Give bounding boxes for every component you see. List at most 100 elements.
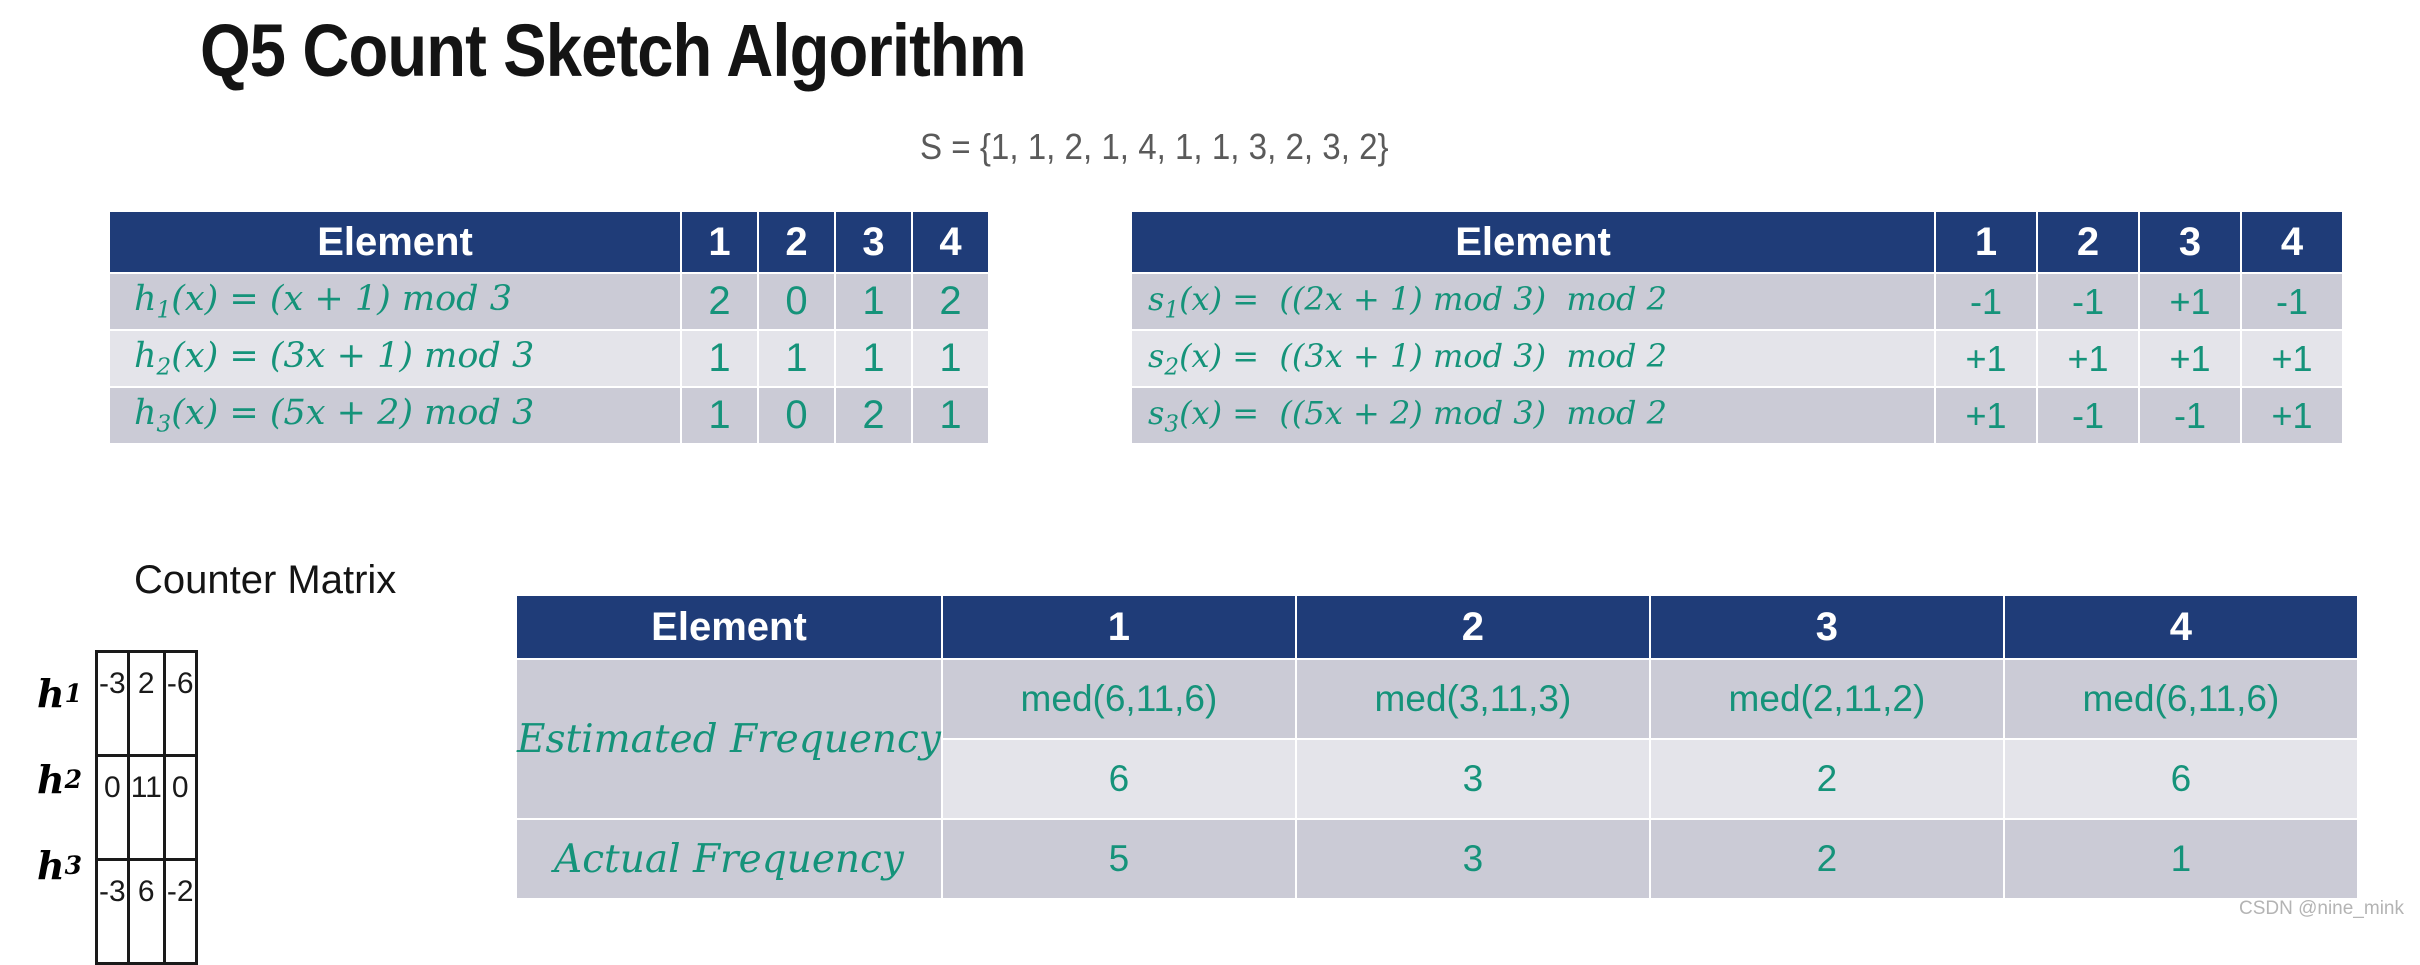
table-header-row: Element 1 2 3 4 xyxy=(1132,212,2342,272)
sign-s1-val-1: -1 xyxy=(1936,274,2036,329)
table-row: s1(x) = ((2x + 1) mod 3) mod 2 -1 -1 +1 … xyxy=(1132,274,2342,329)
h1-expr: (x + 1) xyxy=(269,279,391,320)
sign-s3-val-2: -1 xyxy=(2038,388,2138,443)
hash-header-col-2: 2 xyxy=(759,212,834,272)
freq-est-expr-1: med(6,11,6) xyxy=(942,660,1295,738)
sign-s1-val-3: +1 xyxy=(2140,274,2240,329)
hash-header-col-3: 3 xyxy=(836,212,911,272)
sign-header-col-4: 4 xyxy=(2242,212,2342,272)
sign-s3-val-3: -1 xyxy=(2140,388,2240,443)
table-row: h2(x) = (3x + 1) mod 3 1 1 1 1 xyxy=(110,331,988,386)
table-row: 0 11 0 xyxy=(95,754,198,861)
hash-formula-h3: h3(x) = (5x + 2) mod 3 xyxy=(110,388,680,443)
counter-cell-r1c3: -6 xyxy=(162,650,198,757)
s1-fn: s xyxy=(1148,279,1165,318)
sign-header-element: Element xyxy=(1132,212,1934,272)
hash-h2-val-4: 1 xyxy=(913,331,988,386)
sign-header-col-2: 2 xyxy=(2038,212,2138,272)
s3-mod2: mod 2 xyxy=(1566,393,1668,432)
counter-row-label-h3: h3 xyxy=(20,822,92,908)
hash-h1-val-1: 2 xyxy=(682,274,757,329)
cm-h3-sub: 3 xyxy=(64,850,82,880)
counter-matrix-grid: -3 2 -6 0 11 0 -3 6 -2 xyxy=(95,650,198,965)
freq-header-col-1: 1 xyxy=(942,596,1295,658)
hash-h1-val-2: 0 xyxy=(759,274,834,329)
cm-h2-sub: 2 xyxy=(64,764,82,794)
cm-h1-fn: h xyxy=(36,670,65,716)
s1-arg: (x) xyxy=(1179,279,1223,318)
freq-act-val-3: 2 xyxy=(1650,820,2003,898)
h2-expr: (3x + 1) xyxy=(269,336,414,377)
sign-header-col-1: 1 xyxy=(1936,212,2036,272)
sign-header-col-3: 3 xyxy=(2140,212,2240,272)
hash-header-element: Element xyxy=(110,212,680,272)
h3-eq: = xyxy=(229,393,259,434)
s3-expr: ((5x + 2) xyxy=(1279,393,1423,432)
cm-h1-sub: 1 xyxy=(64,678,82,708)
s2-sub: 2 xyxy=(1164,354,1180,381)
hash-h3-val-1: 1 xyxy=(682,388,757,443)
sign-s3-val-4: +1 xyxy=(2242,388,2342,443)
sign-s1-val-4: -1 xyxy=(2242,274,2342,329)
freq-est-expr-4: med(6,11,6) xyxy=(2004,660,2357,738)
sign-formula-s1: s1(x) = ((2x + 1) mod 3) mod 2 xyxy=(1132,274,1934,329)
hash-function-table: Element 1 2 3 4 h1(x) = (x + 1) mod 3 2 … xyxy=(108,210,990,445)
table-row: Actual Frequency 5 3 2 1 xyxy=(517,820,2357,898)
freq-header-col-4: 4 xyxy=(2004,596,2357,658)
freq-est-expr-2: med(3,11,3) xyxy=(1296,660,1649,738)
counter-cell-r2c3: 0 xyxy=(162,754,198,861)
h3-expr: (5x + 2) xyxy=(269,393,414,434)
h3-sub: 3 xyxy=(156,411,172,438)
h1-mod: mod 3 xyxy=(401,279,512,320)
table-row: -3 6 -2 xyxy=(95,858,198,965)
h1-fn: h xyxy=(134,279,157,320)
counter-cell-r3c2: 6 xyxy=(126,858,166,965)
table-header-row: Element 1 2 3 4 xyxy=(517,596,2357,658)
table-row: Estimated Frequency med(6,11,6) med(3,11… xyxy=(517,660,2357,818)
s3-eq: = xyxy=(1232,393,1260,432)
hash-h3-val-4: 1 xyxy=(913,388,988,443)
table-row: s2(x) = ((3x + 1) mod 3) mod 2 +1 +1 +1 … xyxy=(1132,331,2342,386)
hash-h2-val-1: 1 xyxy=(682,331,757,386)
sign-s2-val-3: +1 xyxy=(2140,331,2240,386)
s3-fn: s xyxy=(1148,393,1165,432)
counter-cell-r3c1: -3 xyxy=(95,858,130,965)
cm-h3-fn: h xyxy=(36,842,65,888)
table-header-row: Element 1 2 3 4 xyxy=(110,212,988,272)
counter-matrix-row-labels: h1 h2 h3 xyxy=(20,650,92,908)
counter-cell-r1c1: -3 xyxy=(95,650,130,757)
counter-row-label-h2: h2 xyxy=(20,736,92,822)
frequency-table: Element 1 2 3 4 Estimated Frequency med(… xyxy=(515,594,2359,900)
hash-h1-val-3: 1 xyxy=(836,274,911,329)
h2-mod: mod 3 xyxy=(424,336,535,377)
hash-h3-val-2: 0 xyxy=(759,388,834,443)
counter-cell-r1c2: 2 xyxy=(126,650,166,757)
counter-row-label-h1: h1 xyxy=(20,650,92,736)
counter-cell-r3c3: -2 xyxy=(162,858,198,965)
counter-matrix-title: Counter Matrix xyxy=(134,558,397,602)
h3-mod: mod 3 xyxy=(424,393,535,434)
s1-mod2: mod 2 xyxy=(1566,279,1668,318)
s2-mod2: mod 2 xyxy=(1566,336,1668,375)
hash-formula-h1: h1(x) = (x + 1) mod 3 xyxy=(110,274,680,329)
freq-est-expr-3: med(2,11,2) xyxy=(1650,660,2003,738)
s3-mod: mod 3) xyxy=(1432,393,1547,432)
s1-expr: ((2x + 1) xyxy=(1279,279,1423,318)
freq-header-col-3: 3 xyxy=(1650,596,2003,658)
hash-h2-val-2: 1 xyxy=(759,331,834,386)
page-title: Q5 Count Sketch Algorithm xyxy=(200,9,1027,92)
counter-cell-r2c2: 11 xyxy=(126,754,166,861)
hash-header-col-4: 4 xyxy=(913,212,988,272)
hash-h1-val-4: 2 xyxy=(913,274,988,329)
freq-actual-label: Actual Frequency xyxy=(517,820,941,898)
h2-sub: 2 xyxy=(156,354,172,381)
s2-fn: s xyxy=(1148,336,1165,375)
freq-header-col-2: 2 xyxy=(1296,596,1649,658)
table-row: s3(x) = ((5x + 2) mod 3) mod 2 +1 -1 -1 … xyxy=(1132,388,2342,443)
h3-arg: (x) xyxy=(171,393,219,434)
freq-act-val-1: 5 xyxy=(942,820,1295,898)
h2-eq: = xyxy=(229,336,259,377)
freq-est-val-4: 6 xyxy=(2004,740,2357,818)
hash-header-col-1: 1 xyxy=(682,212,757,272)
s3-arg: (x) xyxy=(1179,393,1223,432)
